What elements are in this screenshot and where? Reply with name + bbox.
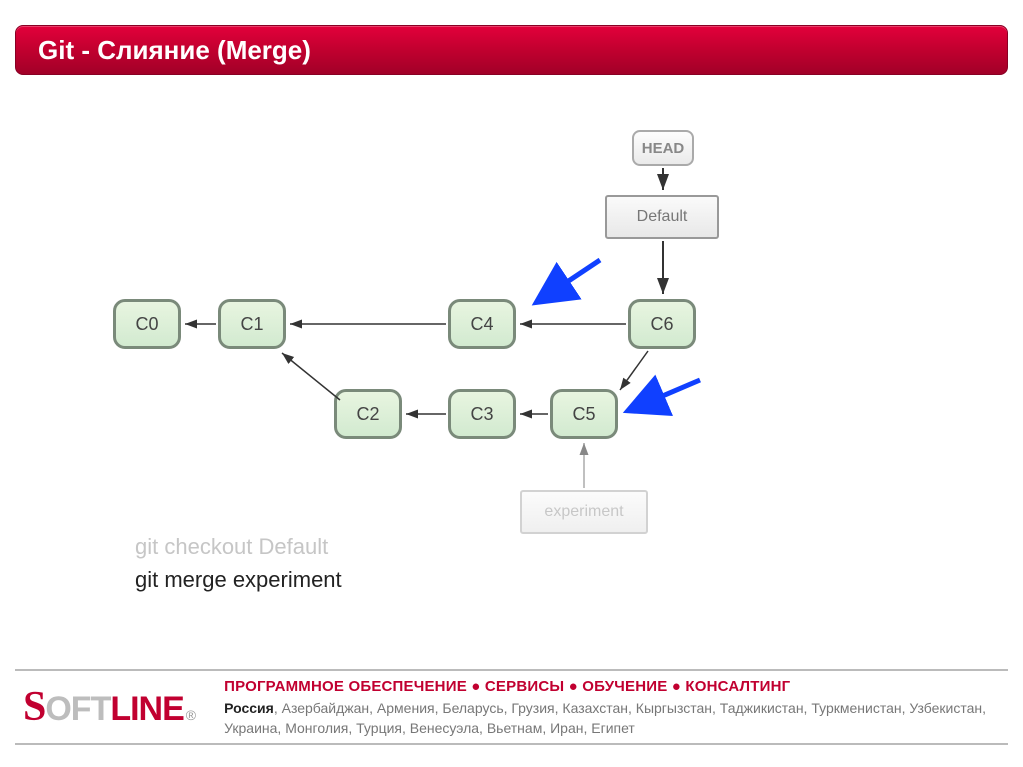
arrows-layer [0,0,1023,767]
git-diagram: HEAD Default experiment C0 C1 C4 C6 C2 C… [0,0,1023,767]
footer: Softline® ПРОГРАММНОЕ ОБЕСПЕЧЕНИЕ ● СЕРВ… [15,669,1008,745]
footer-text: ПРОГРАММНОЕ ОБЕСПЕЧЕНИЕ ● СЕРВИСЫ ● ОБУЧ… [224,676,1008,738]
logo-oft: oft [45,690,110,729]
commit-c6: C6 [628,299,696,349]
countries: Россия, Азербайджан, Армения, Беларусь, … [224,698,1008,739]
commit-c5-label: C5 [572,404,595,425]
services-line: ПРОГРАММНОЕ ОБЕСПЕЧЕНИЕ ● СЕРВИСЫ ● ОБУЧ… [224,676,1008,698]
commit-c4: C4 [448,299,516,349]
commit-c3: C3 [448,389,516,439]
commit-c3-label: C3 [470,404,493,425]
commit-c0-label: C0 [135,314,158,335]
ref-head-label: HEAD [642,140,685,157]
ref-default: Default [605,195,719,239]
commit-c1-label: C1 [240,314,263,335]
logo-reg: ® [186,707,196,723]
countries-rest: , Азербайджан, Армения, Беларусь, Грузия… [224,700,986,736]
commit-c6-label: C6 [650,314,673,335]
logo-line: line [110,690,183,729]
ref-experiment-label: experiment [544,503,623,521]
commit-c2: C2 [334,389,402,439]
ref-head: HEAD [632,130,694,166]
commit-c4-label: C4 [470,314,493,335]
logo: Softline® [15,683,196,731]
cmd-merge: git merge experiment [135,563,342,596]
cmd-checkout: git checkout Default [135,530,342,563]
country-bold: Россия [224,700,274,716]
ref-default-label: Default [637,208,688,226]
commit-c1: C1 [218,299,286,349]
command-block: git checkout Default git merge experimen… [135,530,342,596]
commit-c2-label: C2 [356,404,379,425]
commit-c0: C0 [113,299,181,349]
commit-c5: C5 [550,389,618,439]
logo-s: S [23,683,45,731]
ref-experiment: experiment [520,490,648,534]
